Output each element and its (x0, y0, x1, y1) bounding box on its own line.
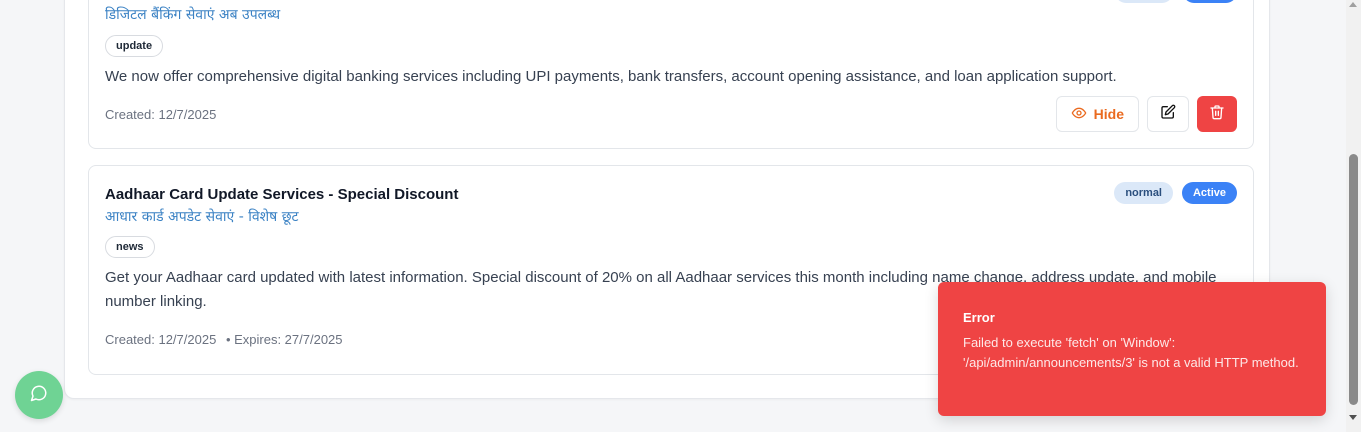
priority-badge (1115, 0, 1173, 3)
page-scrollbar[interactable] (1346, 0, 1361, 432)
error-toast[interactable]: Error Failed to execute 'fetch' on 'Wind… (938, 282, 1326, 416)
hide-label: Hide (1093, 106, 1124, 122)
announcement-tag: news (105, 236, 155, 258)
hide-button[interactable]: Hide (1055, 96, 1139, 132)
trash-icon (1209, 104, 1225, 125)
created-date: Created: 12/7/2025 • Expires: 27/7/2025 (105, 332, 343, 347)
announcement-body: We now offer comprehensive digital banki… (105, 68, 1117, 85)
announcement-tag: update (105, 35, 164, 57)
scroll-down-arrow-icon[interactable] (1349, 415, 1357, 420)
created-label: Created: 12/7/2025 (105, 332, 217, 347)
delete-button[interactable] (1197, 96, 1237, 132)
status-badge (1183, 0, 1237, 3)
toast-title: Error (963, 310, 995, 325)
created-date: Created: 12/7/2025 (105, 107, 217, 122)
edit-icon (1160, 104, 1176, 125)
announcement-title: Aadhaar Card Update Services - Special D… (105, 186, 459, 203)
chat-icon (30, 384, 48, 407)
toast-message: Failed to execute 'fetch' on 'Window': '… (963, 335, 1299, 370)
announcement-subtitle: डिजिटल बैंकिंग सेवाएं अब उपलब्ध (105, 7, 281, 23)
chat-button[interactable] (15, 371, 63, 419)
expires-label: • Expires: 27/7/2025 (225, 332, 343, 347)
scroll-thumb[interactable] (1349, 154, 1358, 405)
edit-button[interactable] (1147, 96, 1189, 132)
announcement-card: डिजिटल बैंकिंग सेवाएं अब उपलब्ध update W… (88, 0, 1254, 149)
priority-badge: normal (1114, 182, 1173, 204)
eye-icon (1071, 105, 1087, 124)
status-badge: Active (1181, 182, 1237, 204)
announcement-subtitle: आधार कार्ड अपडेट सेवाएं - विशेष छूट (105, 209, 299, 225)
scroll-up-arrow-icon[interactable] (1349, 2, 1357, 7)
